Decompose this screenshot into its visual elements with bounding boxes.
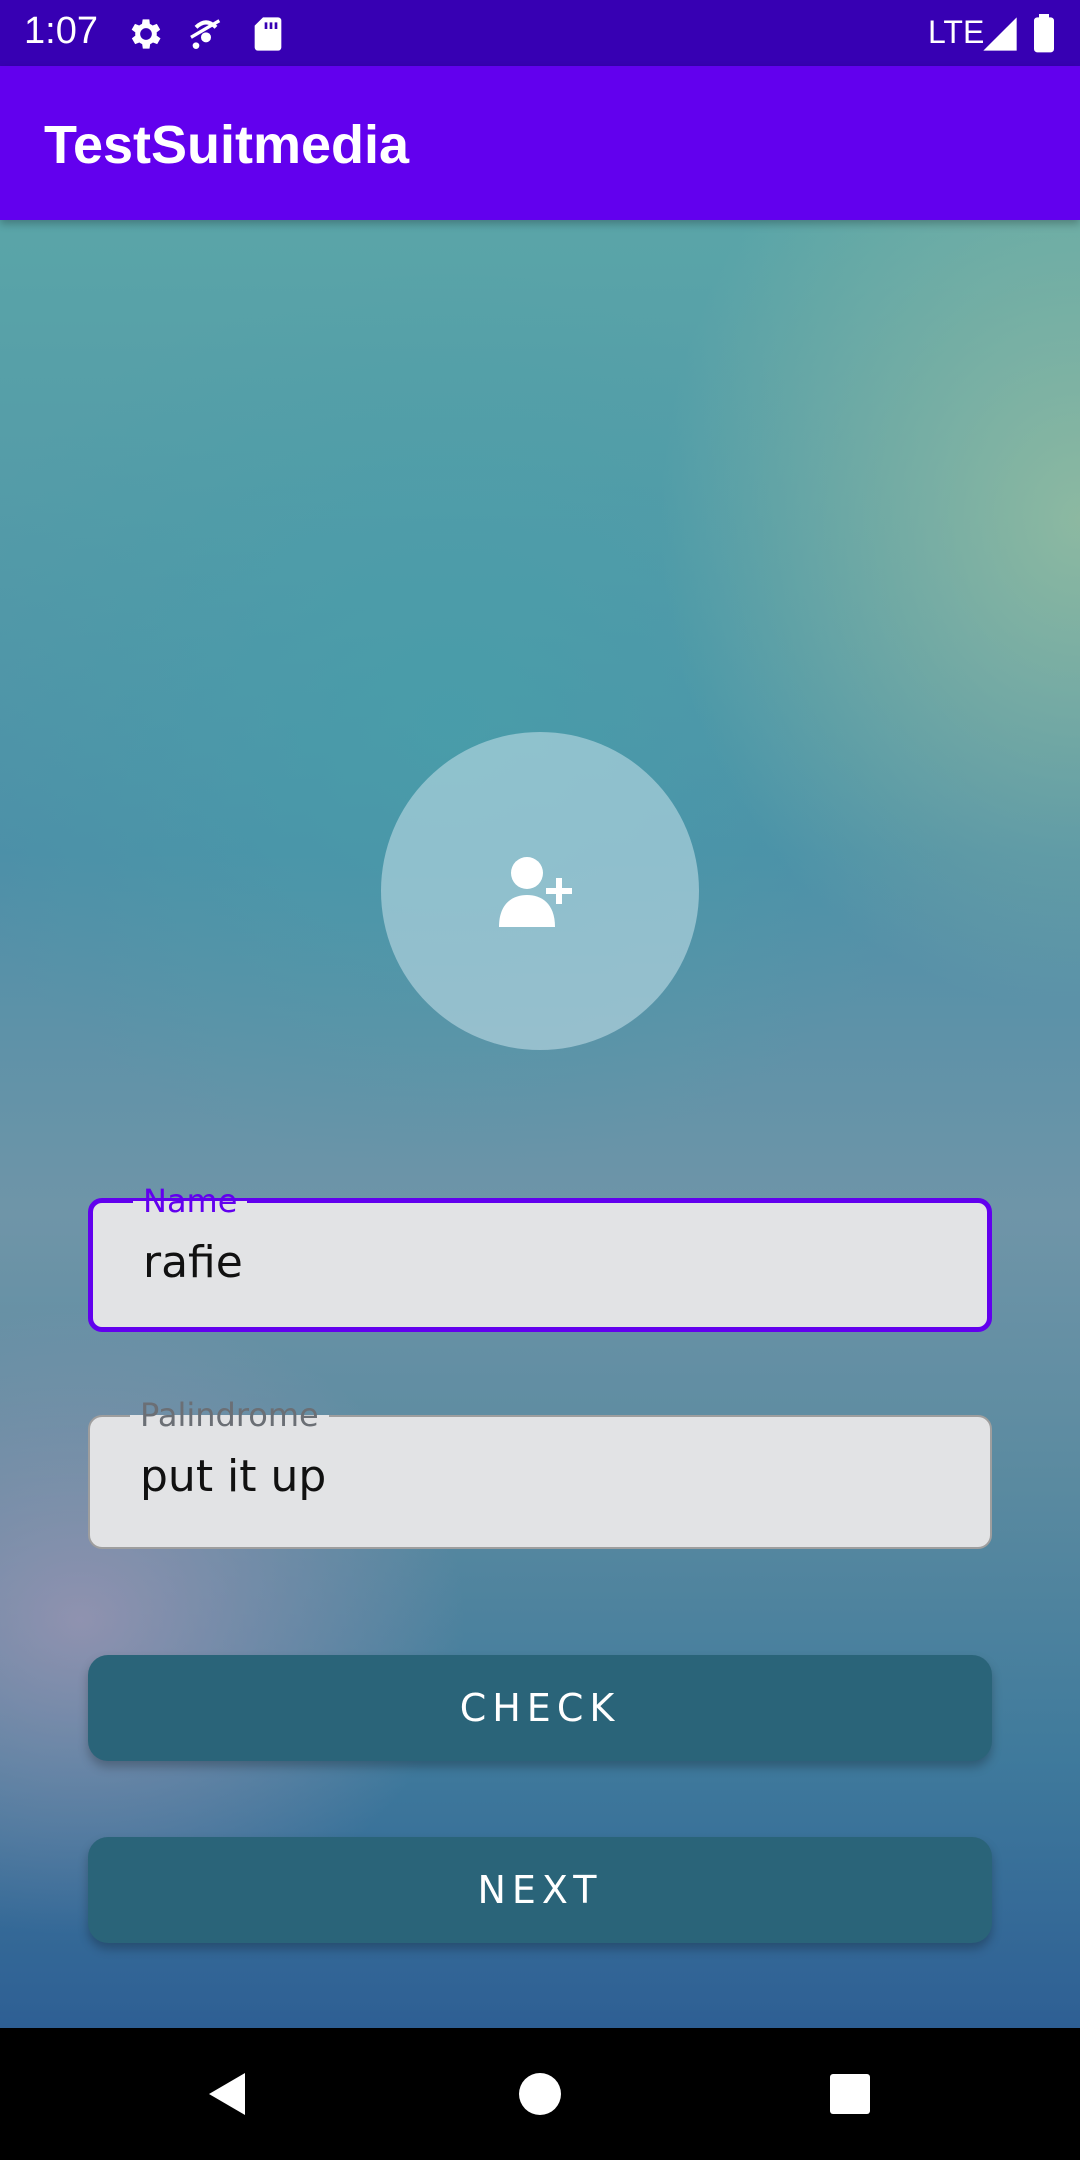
name-field[interactable]: Name [88, 1181, 992, 1332]
gear-icon [126, 14, 166, 54]
app-title: TestSuitmedia [44, 115, 410, 175]
palindrome-field-label: Palindrome [130, 1395, 329, 1435]
lte-label: LTE [928, 14, 985, 50]
cell-signal-icon [980, 14, 1020, 54]
add-person-icon [495, 851, 585, 931]
palindrome-field[interactable]: Palindrome [88, 1395, 992, 1549]
back-icon[interactable] [196, 2064, 256, 2124]
home-icon[interactable] [510, 2064, 570, 2124]
status-bar: 1:07 LTE [0, 0, 1080, 66]
next-button[interactable]: NEXT [88, 1837, 992, 1943]
sd-card-icon [248, 14, 288, 54]
status-time: 1:07 [24, 10, 98, 52]
add-photo-button[interactable] [381, 732, 699, 1050]
screen: 1:07 LTE TestSuitmedia Name rafie Palind… [0, 0, 1080, 2160]
app-bar: TestSuitmedia [0, 66, 1080, 220]
recents-icon[interactable] [820, 2064, 880, 2124]
battery-icon [1030, 14, 1060, 54]
check-button[interactable]: CHECK [88, 1655, 992, 1761]
name-input[interactable] [143, 1237, 943, 1288]
signal-off-icon [186, 14, 226, 54]
navigation-bar [0, 2028, 1080, 2160]
palindrome-input[interactable] [140, 1451, 940, 1502]
name-field-label: Name [133, 1181, 248, 1221]
